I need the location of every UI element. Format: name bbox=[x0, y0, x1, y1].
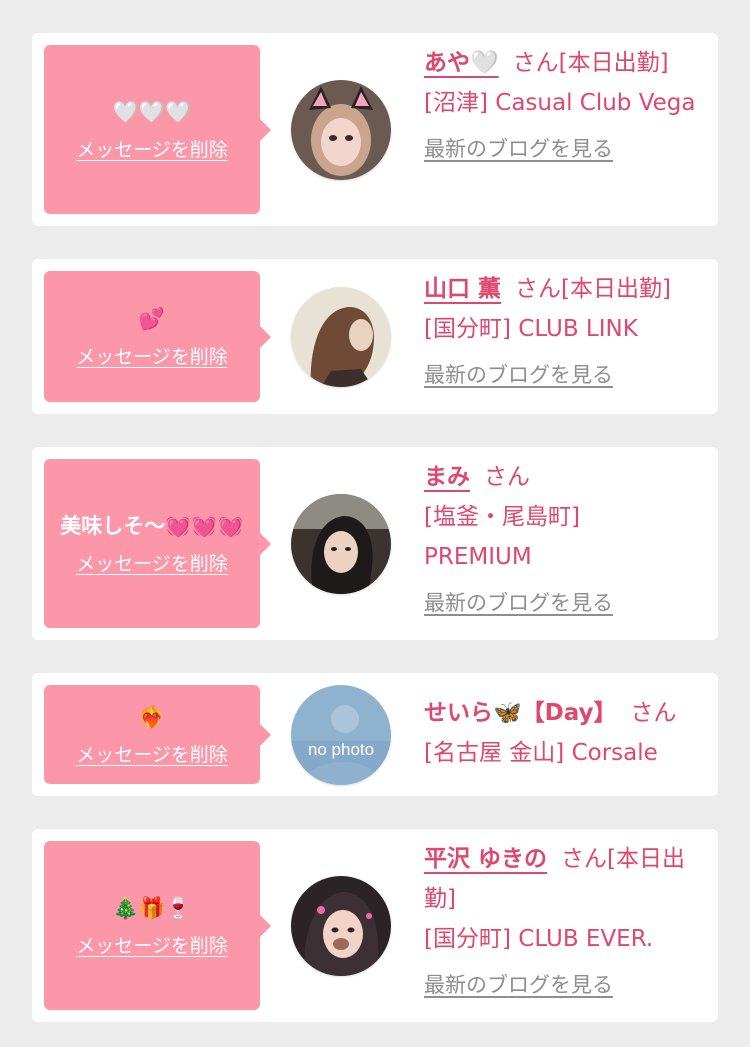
shop-name: [国分町] CLUB EVER. bbox=[424, 926, 654, 952]
delete-message-link[interactable]: メッセージを削除 bbox=[76, 931, 228, 958]
avatar[interactable]: no photo bbox=[291, 685, 391, 785]
shop-name: [沼津] Casual Club Vega bbox=[424, 90, 696, 116]
profile-photo-icon bbox=[291, 287, 391, 387]
latest-blog-link[interactable]: 最新のブログを見る bbox=[424, 583, 714, 623]
name-suffix: さん[本日出勤] bbox=[512, 50, 669, 76]
message-text: 美味しそ〜💓💓💓 bbox=[60, 513, 244, 538]
avatar[interactable] bbox=[291, 494, 391, 594]
message-bubble: 💕 メッセージを削除 bbox=[44, 271, 271, 402]
message-bubble: 美味しそ〜💓💓💓 メッセージを削除 bbox=[44, 459, 271, 628]
cast-info: 山口 薫さん[本日出勤] [国分町] CLUB LINK 最新のブログを見る bbox=[424, 269, 714, 395]
no-photo-text: no photo bbox=[308, 740, 374, 759]
avatar[interactable] bbox=[291, 287, 391, 387]
cast-name-link[interactable]: あや🤍 bbox=[424, 50, 499, 76]
message-card: 🤍🤍🤍 メッセージを削除 あや🤍 さん[本日出勤] [沼津] Casual Clu… bbox=[32, 33, 718, 226]
name-suffix: さん bbox=[484, 464, 530, 490]
shop-name: [名古屋 金山] Corsale bbox=[424, 740, 658, 766]
latest-blog-link[interactable]: 最新のブログを見る bbox=[424, 129, 714, 169]
message-card: 💕 メッセージを削除 山口 薫さん[本日出勤] [国分町] CLUB LINK … bbox=[32, 259, 718, 414]
cast-info: まみ さん [塩釜・尾島町] PREMIUM 最新のブログを見る bbox=[424, 457, 714, 623]
profile-photo-icon bbox=[291, 494, 391, 594]
message-bubble: ❤️‍🔥 メッセージを削除 bbox=[44, 685, 271, 784]
message-bubble: 🤍🤍🤍 メッセージを削除 bbox=[44, 45, 271, 214]
delete-message-link[interactable]: メッセージを削除 bbox=[76, 549, 228, 576]
latest-blog-link[interactable]: 最新のブログを見る bbox=[424, 355, 714, 395]
no-photo-icon: no photo bbox=[291, 685, 391, 785]
message-bubble: 🎄🎁🍷 メッセージを削除 bbox=[44, 841, 271, 1010]
latest-blog-link[interactable]: 最新のブログを見る bbox=[424, 965, 714, 1005]
shop-name: [塩釜・尾島町] PREMIUM bbox=[424, 504, 580, 570]
profile-photo-icon bbox=[291, 80, 391, 180]
avatar[interactable] bbox=[291, 80, 391, 180]
cast-info: せいら🦋【Day】 さん [名古屋 金山] Corsale bbox=[424, 693, 714, 773]
message-text: ❤️‍🔥 bbox=[138, 704, 166, 729]
name-suffix: さん bbox=[630, 700, 677, 726]
cast-name-link[interactable]: 平沢 ゆきの bbox=[424, 846, 547, 872]
delete-message-link[interactable]: メッセージを削除 bbox=[76, 342, 228, 369]
avatar[interactable] bbox=[291, 876, 391, 976]
name-suffix: さん[本日出勤] bbox=[515, 276, 671, 302]
profile-photo-icon bbox=[291, 876, 391, 976]
message-card: 🎄🎁🍷 メッセージを削除 平沢 ゆきの さん[本日出勤] [国分町] CLUB E… bbox=[32, 829, 718, 1022]
cast-name-link[interactable]: まみ bbox=[424, 464, 470, 490]
delete-message-link[interactable]: メッセージを削除 bbox=[76, 135, 228, 162]
message-text: 🎄🎁🍷 bbox=[112, 895, 192, 920]
cast-info: 平沢 ゆきの さん[本日出勤] [国分町] CLUB EVER. 最新のブログを見… bbox=[424, 839, 714, 1005]
cast-name-link[interactable]: 山口 薫 bbox=[424, 276, 501, 302]
message-card: 美味しそ〜💓💓💓 メッセージを削除 まみ さん [塩釜・尾島町] PREMIUM … bbox=[32, 447, 718, 640]
message-card: ❤️‍🔥 メッセージを削除 no photo せいら🦋【Day】 さん [名古屋 … bbox=[32, 673, 718, 796]
message-text: 💕 bbox=[138, 306, 166, 331]
cast-name-link[interactable]: せいら🦋【Day】 bbox=[424, 700, 617, 726]
cast-info: あや🤍 さん[本日出勤] [沼津] Casual Club Vega 最新のブログ… bbox=[424, 43, 714, 169]
delete-message-link[interactable]: メッセージを削除 bbox=[76, 740, 228, 767]
shop-name: [国分町] CLUB LINK bbox=[424, 316, 638, 342]
message-text: 🤍🤍🤍 bbox=[112, 99, 192, 124]
